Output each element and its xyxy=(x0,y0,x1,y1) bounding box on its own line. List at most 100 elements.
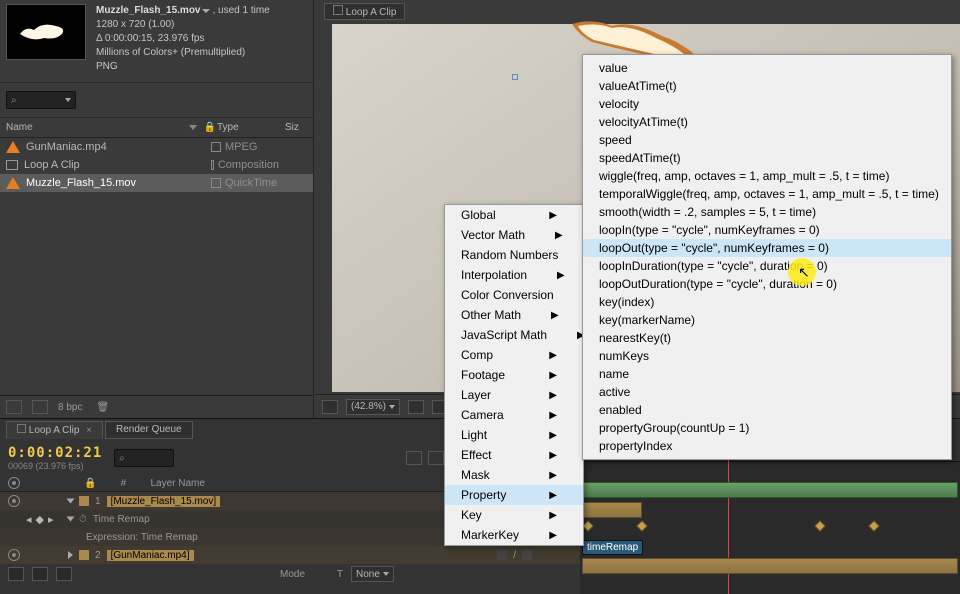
label-swatch[interactable] xyxy=(79,496,89,506)
timeline-tab-label: Loop A Clip xyxy=(29,425,80,436)
menu-item-property[interactable]: enabled xyxy=(583,401,951,419)
clip-bar-muzzle[interactable] xyxy=(582,502,642,518)
resolution-button[interactable] xyxy=(408,400,424,414)
menu-item-property[interactable]: loopOutDuration(type = "cycle", duration… xyxy=(583,275,951,293)
project-item[interactable]: Loop A ClipComposition xyxy=(0,156,313,174)
menu-item-property[interactable]: nearestKey(t) xyxy=(583,329,951,347)
blend-mode-dropdown[interactable]: None xyxy=(351,566,394,582)
menu-item-javascript-math[interactable]: JavaScript Math▶ xyxy=(445,325,583,345)
menu-item-random-numbers[interactable]: Random Numbers▶ xyxy=(445,245,583,265)
dropdown-icon[interactable] xyxy=(202,9,210,13)
menu-item-mask[interactable]: Mask▶ xyxy=(445,465,583,485)
menu-item-effect[interactable]: Effect▶ xyxy=(445,445,583,465)
zoom-dropdown[interactable]: (42.8%) xyxy=(346,399,400,415)
layer-name[interactable]: [GunManiac.mp4] xyxy=(107,550,194,561)
chevron-down-icon[interactable] xyxy=(65,98,71,102)
menu-item-property[interactable]: key(markerName) xyxy=(583,311,951,329)
menu-item-layer[interactable]: Layer▶ xyxy=(445,385,583,405)
menu-item-property[interactable]: velocity xyxy=(583,95,951,113)
label-column-icon[interactable] xyxy=(183,122,197,133)
menu-item-markerkey[interactable]: MarkerKey▶ xyxy=(445,525,583,545)
menu-item-comp[interactable]: Comp▶ xyxy=(445,345,583,365)
comp-work-area[interactable] xyxy=(582,482,958,498)
menu-item-property[interactable]: active xyxy=(583,383,951,401)
submenu-arrow-icon: ▶ xyxy=(549,450,557,461)
label-swatch[interactable] xyxy=(79,550,89,560)
menu-item-label: speedAtTime(t) xyxy=(599,151,681,165)
menu-item-property[interactable]: valueAtTime(t) xyxy=(583,77,951,95)
menu-item-property[interactable]: wiggle(freq, amp, octaves = 1, amp_mult … xyxy=(583,167,951,185)
lock-column-icon[interactable]: 🔒 xyxy=(203,122,217,133)
menu-item-property[interactable]: speed xyxy=(583,131,951,149)
viewer-tab[interactable]: Loop A Clip xyxy=(324,3,405,20)
col-header-name[interactable]: Name xyxy=(6,122,183,133)
menu-item-property[interactable]: Property▶ xyxy=(445,485,583,505)
expression-category-menu[interactable]: Global▶Vector Math▶Random Numbers▶Interp… xyxy=(444,204,584,546)
switch-toggle[interactable] xyxy=(8,567,24,581)
menu-item-interpolation[interactable]: Interpolation▶ xyxy=(445,265,583,285)
close-icon[interactable]: × xyxy=(86,425,92,436)
source-thumbnail[interactable] xyxy=(6,4,86,60)
menu-item-property[interactable]: loopOut(type = "cycle", numKeyframes = 0… xyxy=(583,239,951,257)
switch-toggle[interactable] xyxy=(32,567,48,581)
menu-item-camera[interactable]: Camera▶ xyxy=(445,405,583,425)
layer-name[interactable]: [Muzzle_Flash_15.mov] xyxy=(107,496,221,507)
current-time[interactable]: 0:00:02:21 xyxy=(8,445,102,461)
col-header-size[interactable]: Siz xyxy=(285,122,307,133)
layer-handle[interactable] xyxy=(512,74,518,80)
eye-column-icon[interactable] xyxy=(8,477,20,489)
menu-item-vector-math[interactable]: Vector Math▶ xyxy=(445,225,583,245)
menu-item-property[interactable]: propertyGroup(countUp = 1) xyxy=(583,419,951,437)
menu-item-light[interactable]: Light▶ xyxy=(445,425,583,445)
timeline-tab-comp[interactable]: Loop A Clip × xyxy=(6,421,103,439)
stopwatch-icon[interactable]: ⏱ xyxy=(79,514,87,525)
vlc-icon xyxy=(6,141,20,153)
menu-item-color-conversion[interactable]: Color Conversion▶ xyxy=(445,285,583,305)
keyframe[interactable] xyxy=(582,520,593,531)
menu-item-property[interactable]: value xyxy=(583,59,951,77)
submenu-arrow-icon: ▶ xyxy=(549,370,557,381)
menu-item-property[interactable]: numKeys xyxy=(583,347,951,365)
tl-button[interactable] xyxy=(428,451,444,465)
project-item-type: Composition xyxy=(218,159,279,171)
timeline-search[interactable]: ⌕ xyxy=(114,449,174,467)
project-item[interactable]: GunManiac.mp4MPEG xyxy=(0,138,313,156)
col-header-type[interactable]: Type xyxy=(217,122,285,133)
project-search-input[interactable]: ⌕ xyxy=(6,91,76,109)
twirl-icon[interactable] xyxy=(67,499,75,504)
menu-item-property[interactable]: velocityAtTime(t) xyxy=(583,113,951,131)
tl-button[interactable] xyxy=(406,451,422,465)
expression-property-submenu[interactable]: valuevalueAtTime(t)velocityvelocityAtTim… xyxy=(582,54,952,460)
expression-field[interactable]: timeRemap xyxy=(582,540,643,555)
menu-item-footage[interactable]: Footage▶ xyxy=(445,365,583,385)
clip-bar-gunmaniac[interactable] xyxy=(582,558,958,574)
keyframe[interactable] xyxy=(814,520,825,531)
visibility-toggle[interactable] xyxy=(8,549,20,561)
twirl-icon[interactable] xyxy=(67,517,75,522)
timeline-graph[interactable]: timeRemap xyxy=(580,440,960,594)
menu-item-property[interactable]: temporalWiggle(freq, amp, octaves = 1, a… xyxy=(583,185,951,203)
menu-item-property[interactable]: speedAtTime(t) xyxy=(583,149,951,167)
menu-item-property[interactable]: propertyIndex xyxy=(583,437,951,455)
switch-toggle[interactable] xyxy=(56,567,72,581)
interpret-footage-button[interactable] xyxy=(6,400,22,414)
menu-item-global[interactable]: Global▶ xyxy=(445,205,583,225)
grid-button[interactable] xyxy=(322,400,338,414)
menu-item-label: active xyxy=(599,385,630,399)
new-folder-button[interactable] xyxy=(32,400,48,414)
timeline-tab-renderqueue[interactable]: Render Queue xyxy=(105,421,193,439)
menu-item-other-math[interactable]: Other Math▶ xyxy=(445,305,583,325)
visibility-toggle[interactable] xyxy=(8,495,20,507)
keyframe[interactable] xyxy=(868,520,879,531)
menu-item-key[interactable]: Key▶ xyxy=(445,505,583,525)
trash-icon[interactable]: 🗑 xyxy=(96,402,109,413)
menu-item-property[interactable]: key(index) xyxy=(583,293,951,311)
menu-item-property[interactable]: smooth(width = .2, samples = 5, t = time… xyxy=(583,203,951,221)
menu-item-property[interactable]: loopInDuration(type = "cycle", duration … xyxy=(583,257,951,275)
keyframe[interactable] xyxy=(636,520,647,531)
twirl-icon[interactable] xyxy=(68,551,73,559)
project-item[interactable]: Muzzle_Flash_15.movQuickTime xyxy=(0,174,313,192)
menu-item-property[interactable]: name xyxy=(583,365,951,383)
menu-item-property[interactable]: loopIn(type = "cycle", numKeyframes = 0) xyxy=(583,221,951,239)
bpc-toggle[interactable]: 8 bpc xyxy=(58,402,82,413)
